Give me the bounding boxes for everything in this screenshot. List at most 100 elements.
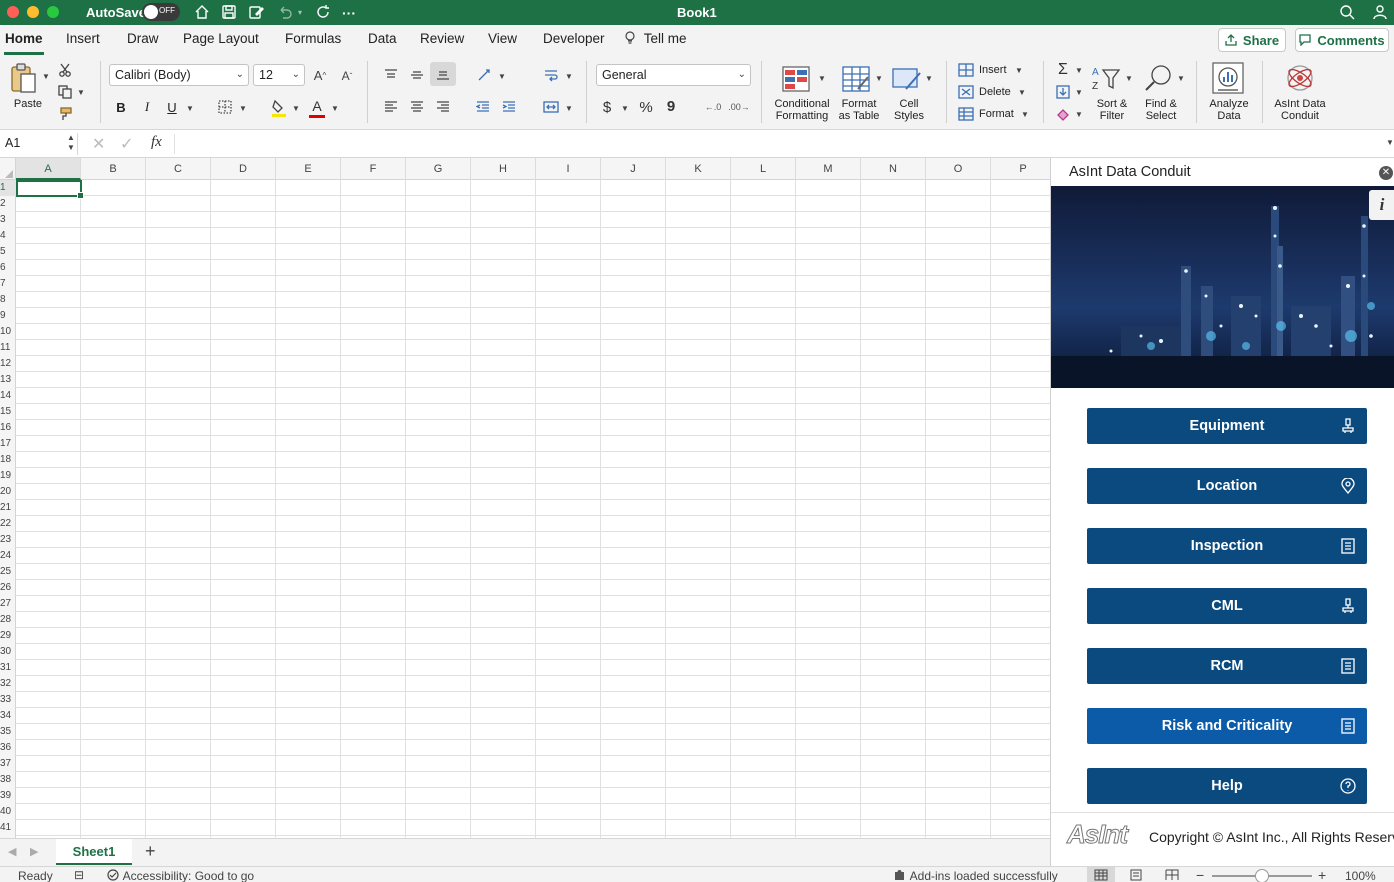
sheet-tab-sheet1[interactable]: Sheet1 [56,839,132,865]
info-button[interactable]: i [1369,190,1394,220]
column-header-n[interactable]: N [861,158,926,180]
font-color-dropdown-icon[interactable]: ▼ [330,103,340,113]
column-header-k[interactable]: K [666,158,731,180]
insert-function-button[interactable]: fx [151,134,162,151]
undo-dropdown-icon[interactable]: ▾ [298,0,302,25]
row-header-21[interactable]: 21 [0,500,16,516]
format-as-table-icon[interactable] [840,63,874,95]
next-sheet-icon[interactable]: ▶ [30,845,38,858]
row-header-16[interactable]: 16 [0,420,16,436]
decrease-font-size-icon[interactable]: Aˇ [338,67,356,85]
asint-conduit-label[interactable]: AsInt Data Conduit [1268,98,1332,122]
row-header-30[interactable]: 30 [0,644,16,660]
home-icon[interactable] [192,2,212,22]
insert-cells-dropdown-icon[interactable]: ▼ [1014,65,1024,75]
row-header-5[interactable]: 5 [0,244,16,260]
column-header-g[interactable]: G [406,158,471,180]
row-header-11[interactable]: 11 [0,340,16,356]
row-header-14[interactable]: 14 [0,388,16,404]
share-button[interactable]: Share [1218,28,1286,52]
name-box[interactable]: A1 ▲ ▼ [0,133,78,155]
column-header-a[interactable]: A [16,158,81,180]
column-header-e[interactable]: E [276,158,341,180]
column-header-p[interactable]: P [991,158,1050,180]
column-header-o[interactable]: O [926,158,991,180]
column-header-i[interactable]: I [536,158,601,180]
cancel-formula-icon[interactable]: ✕ [92,134,105,154]
tab-view[interactable]: View [488,31,517,46]
tab-draw[interactable]: Draw [127,31,159,46]
underline-button[interactable]: U [164,98,180,116]
align-center-icon[interactable] [408,98,426,116]
analyze-data-icon[interactable] [1211,61,1245,95]
fill-color-icon[interactable] [270,98,288,118]
more-commands-icon[interactable]: ··· [342,0,356,25]
tab-insert[interactable]: Insert [66,31,100,46]
align-right-icon[interactable] [434,98,452,116]
font-name-select[interactable]: Calibri (Body) ⌄ [109,64,249,86]
row-header-12[interactable]: 12 [0,356,16,372]
find-select-dropdown-icon[interactable]: ▼ [1176,73,1186,83]
column-header-d[interactable]: D [211,158,276,180]
format-as-table-dropdown-icon[interactable]: ▼ [874,73,884,83]
row-header-35[interactable]: 35 [0,724,16,740]
format-as-table-label[interactable]: Format as Table [832,98,886,122]
zoom-out-button[interactable]: − [1196,867,1204,882]
row-header-17[interactable]: 17 [0,436,16,452]
cell-area[interactable] [16,180,1050,838]
row-header-33[interactable]: 33 [0,692,16,708]
column-header-m[interactable]: M [796,158,861,180]
paste-dropdown-icon[interactable]: ▼ [41,71,51,81]
row-header-41[interactable]: 41 [0,820,16,836]
row-header-10[interactable]: 10 [0,324,16,340]
merge-center-icon[interactable] [542,98,560,116]
location-button[interactable]: Location [1087,468,1367,504]
zoom-in-button[interactable]: + [1318,867,1326,882]
risk-criticality-button[interactable]: Risk and Criticality [1087,708,1367,744]
sort-filter-label[interactable]: Sort & Filter [1088,98,1136,122]
page-layout-view-icon[interactable] [1129,869,1143,881]
copy-icon[interactable] [56,83,74,101]
formula-input[interactable] [174,134,1384,154]
row-header-24[interactable]: 24 [0,548,16,564]
row-header-1[interactable]: 1 [0,180,16,196]
tab-page-layout[interactable]: Page Layout [183,31,259,46]
fill-color-dropdown-icon[interactable]: ▼ [291,103,301,113]
save-icon[interactable] [219,2,239,22]
fill-dropdown-icon[interactable]: ▼ [1074,87,1084,97]
zoom-level[interactable]: 100% [1345,869,1376,882]
zoom-window-button[interactable] [47,6,59,18]
font-size-select[interactable]: 12 ⌄ [253,64,305,86]
underline-dropdown-icon[interactable]: ▼ [185,103,195,113]
delete-cells-label[interactable]: Delete [979,86,1011,98]
italic-button[interactable]: I [139,98,155,116]
row-header-2[interactable]: 2 [0,196,16,212]
font-color-icon[interactable]: A [308,97,326,119]
row-header-38[interactable]: 38 [0,772,16,788]
find-select-label[interactable]: Find & Select [1138,98,1184,122]
decrease-indent-icon[interactable] [474,98,492,116]
add-sheet-button[interactable]: + [145,841,156,862]
column-header-j[interactable]: J [601,158,666,180]
enter-formula-icon[interactable]: ✓ [120,134,133,154]
conditional-formatting-label[interactable]: Conditional Formatting [768,98,836,122]
zoom-slider-thumb[interactable] [1255,869,1269,882]
delete-cells-dropdown-icon[interactable]: ▼ [1017,87,1027,97]
help-button[interactable]: Help [1087,768,1367,804]
row-header-8[interactable]: 8 [0,292,16,308]
close-pane-icon[interactable]: ✕ [1379,166,1393,180]
selected-cell-a1[interactable] [16,180,84,199]
tab-data[interactable]: Data [368,31,397,46]
page-break-view-icon[interactable] [1165,869,1179,881]
tell-me-search[interactable]: Tell me [624,31,687,46]
column-header-b[interactable]: B [81,158,146,180]
account-icon[interactable] [1370,2,1390,22]
row-header-37[interactable]: 37 [0,756,16,772]
increase-decimal-icon[interactable]: ←.0 [703,98,723,116]
row-header-34[interactable]: 34 [0,708,16,724]
search-icon[interactable] [1337,2,1357,22]
increase-font-size-icon[interactable]: A ^ [311,66,329,84]
inspection-button[interactable]: Inspection [1087,528,1367,564]
cml-button[interactable]: CML [1087,588,1367,624]
column-header-h[interactable]: H [471,158,536,180]
